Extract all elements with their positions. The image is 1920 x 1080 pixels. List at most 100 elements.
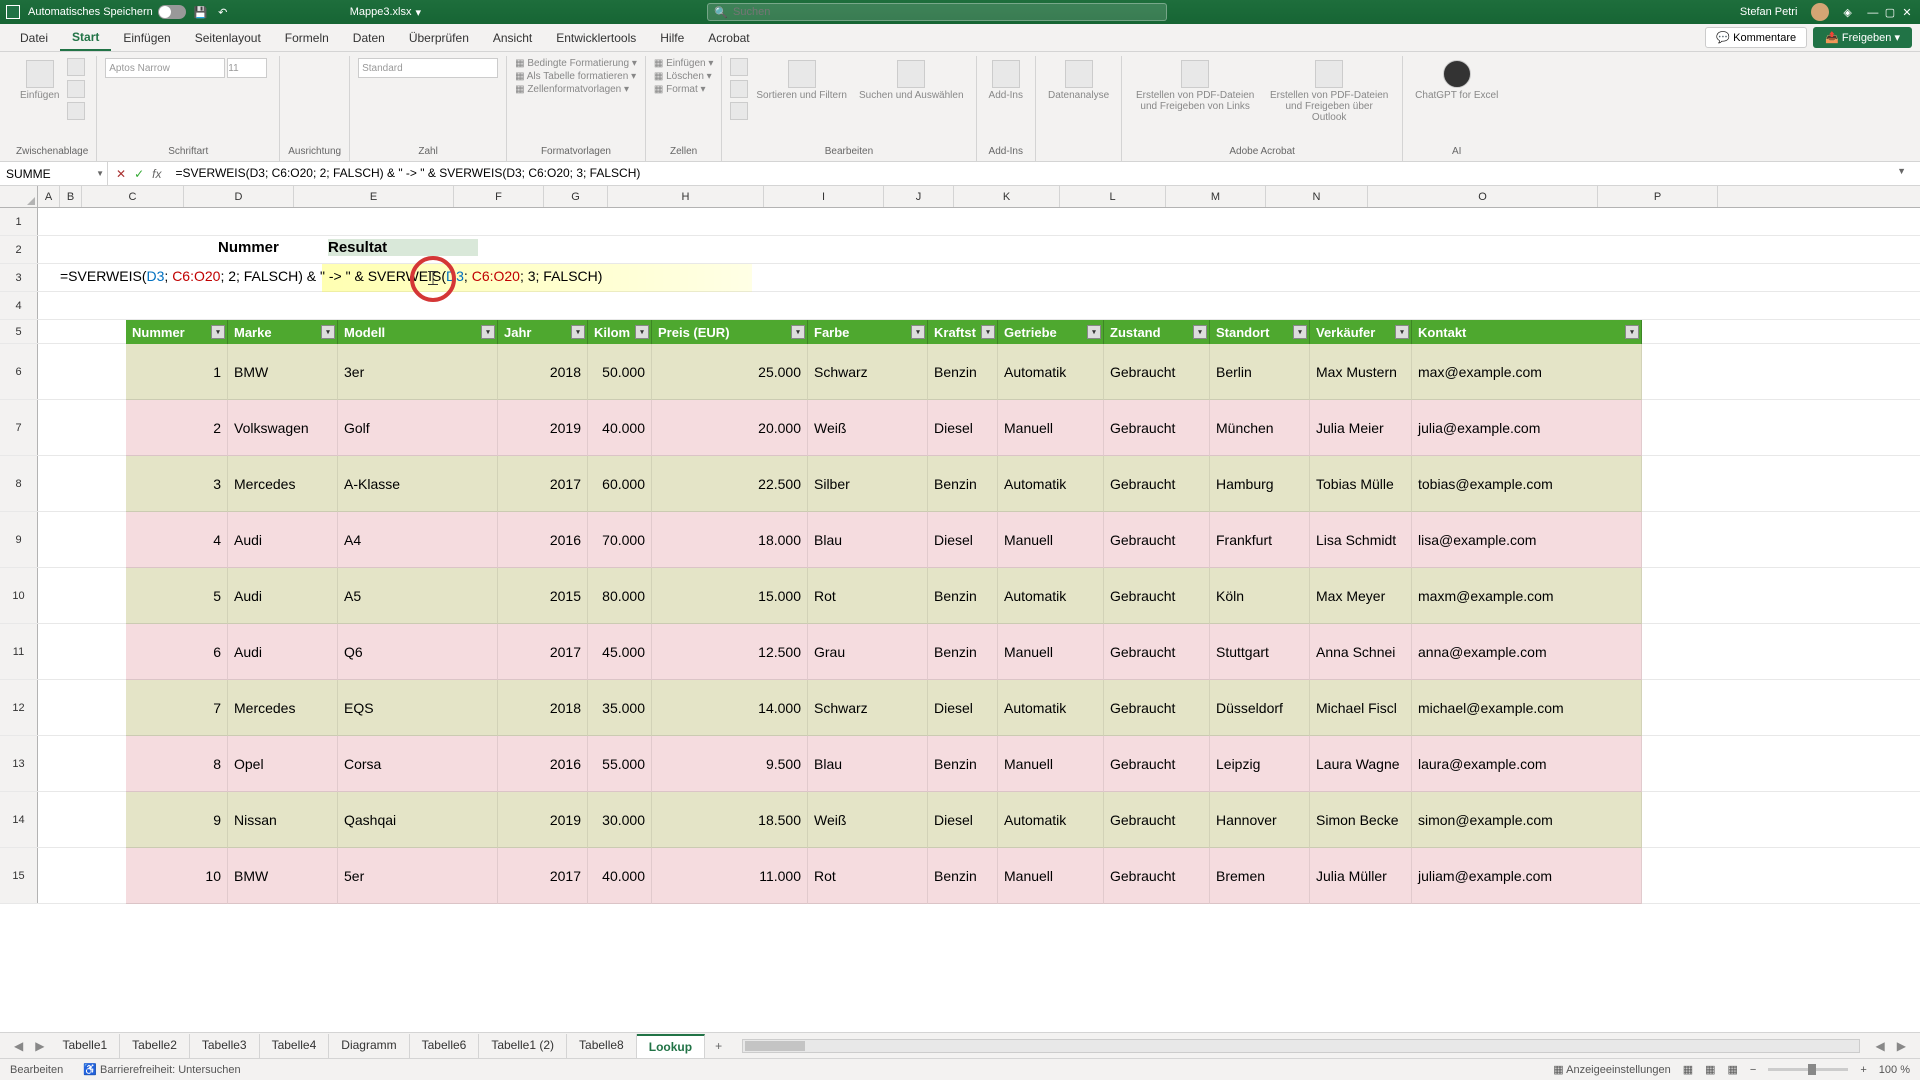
cell-verk[interactable]: Lisa Schmidt [1310, 512, 1412, 568]
ribbon-tab-einfügen[interactable]: Einfügen [111, 24, 182, 51]
cell-farbe[interactable]: Weiß [808, 792, 928, 848]
column-header-E[interactable]: E [294, 186, 454, 207]
display-settings-button[interactable]: ▦ Anzeigeeinstellungen [1553, 1063, 1670, 1076]
table-header-kilom[interactable]: Kilom▾ [588, 320, 652, 344]
copy-icon[interactable] [67, 80, 85, 98]
cell-marke[interactable]: Volkswagen [228, 400, 338, 456]
filter-icon[interactable]: ▾ [321, 325, 335, 339]
cell-getriebe[interactable]: Manuell [998, 736, 1104, 792]
conditional-formatting-button[interactable]: ▦ Bedingte Formatierung ▾ [515, 58, 637, 69]
cell-marke[interactable]: Nissan [228, 792, 338, 848]
cell-kraft[interactable]: Diesel [928, 792, 998, 848]
cell-zustand[interactable]: Gebraucht [1104, 568, 1210, 624]
table-row[interactable]: 2VolkswagenGolf201940.00020.000WeißDiese… [126, 400, 1642, 456]
table-row[interactable]: 1BMW3er201850.00025.000SchwarzBenzinAuto… [126, 344, 1642, 400]
delete-cells-button[interactable]: ▦ Löschen ▾ [654, 71, 712, 82]
cell-verk[interactable]: Michael Fiscl [1310, 680, 1412, 736]
sum-icon[interactable] [730, 58, 748, 76]
cell-preis[interactable]: 9.500 [652, 736, 808, 792]
sheet-tab-tabelle8[interactable]: Tabelle8 [567, 1034, 637, 1058]
cell-marke[interactable]: Mercedes [228, 680, 338, 736]
horizontal-scrollbar[interactable] [742, 1039, 1859, 1053]
column-header-N[interactable]: N [1266, 186, 1368, 207]
cell-kontakt[interactable]: julia@example.com [1412, 400, 1642, 456]
cell-num[interactable]: 1 [126, 344, 228, 400]
column-header-B[interactable]: B [60, 186, 82, 207]
cell-verk[interactable]: Julia Müller [1310, 848, 1412, 904]
cell-standort[interactable]: Bremen [1210, 848, 1310, 904]
data-analysis-button[interactable]: Datenanalyse [1044, 58, 1113, 103]
row-header[interactable]: 4 [0, 292, 38, 319]
cell-km[interactable]: 30.000 [588, 792, 652, 848]
formula-bar[interactable]: =SVERWEIS(D3; C6:O20; 2; FALSCH) & " -> … [169, 166, 1920, 181]
cell-zustand[interactable]: Gebraucht [1104, 512, 1210, 568]
expand-formula-icon[interactable]: ▼ [1897, 166, 1906, 176]
cell-preis[interactable]: 15.000 [652, 568, 808, 624]
table-row[interactable]: 9NissanQashqai201930.00018.500WeißDiesel… [126, 792, 1642, 848]
table-row[interactable]: 10BMW5er201740.00011.000RotBenzinManuell… [126, 848, 1642, 904]
sheet-tab-tabelle3[interactable]: Tabelle3 [190, 1034, 260, 1058]
row-header[interactable]: 7 [0, 400, 38, 455]
column-header-A[interactable]: A [38, 186, 60, 207]
cell-kraft[interactable]: Benzin [928, 456, 998, 512]
row-header[interactable]: 13 [0, 736, 38, 791]
sort-filter-button[interactable]: Sortieren und Filtern [752, 58, 851, 103]
cell-modell[interactable]: EQS [338, 680, 498, 736]
cell-farbe[interactable]: Schwarz [808, 680, 928, 736]
cell-kraft[interactable]: Benzin [928, 624, 998, 680]
cell-jahr[interactable]: 2018 [498, 680, 588, 736]
cell-zustand[interactable]: Gebraucht [1104, 848, 1210, 904]
cell-modell[interactable]: Corsa [338, 736, 498, 792]
column-header-J[interactable]: J [884, 186, 954, 207]
column-header-F[interactable]: F [454, 186, 544, 207]
cell-km[interactable]: 40.000 [588, 848, 652, 904]
cell-preis[interactable]: 20.000 [652, 400, 808, 456]
cell-verk[interactable]: Simon Becke [1310, 792, 1412, 848]
column-header-M[interactable]: M [1166, 186, 1266, 207]
cell-getriebe[interactable]: Manuell [998, 848, 1104, 904]
cell-formula-text[interactable]: =SVERWEIS(D3; C6:O20; 2; FALSCH) & " -> … [60, 264, 602, 289]
cell-standort[interactable]: Hannover [1210, 792, 1310, 848]
table-header-standort[interactable]: Standort▾ [1210, 320, 1310, 344]
paste-button[interactable]: Einfügen [16, 58, 63, 103]
table-header-marke[interactable]: Marke▾ [228, 320, 338, 344]
cell-kontakt[interactable]: lisa@example.com [1412, 512, 1642, 568]
cell-kontakt[interactable]: juliam@example.com [1412, 848, 1642, 904]
cell-kontakt[interactable]: tobias@example.com [1412, 456, 1642, 512]
sheet-nav-next[interactable]: ▶ [29, 1039, 50, 1053]
cell-zustand[interactable]: Gebraucht [1104, 456, 1210, 512]
table-header-preiseur[interactable]: Preis (EUR)▾ [652, 320, 808, 344]
cell-zustand[interactable]: Gebraucht [1104, 344, 1210, 400]
cell-num[interactable]: 10 [126, 848, 228, 904]
cell-modell[interactable]: A-Klasse [338, 456, 498, 512]
cell-kontakt[interactable]: max@example.com [1412, 344, 1642, 400]
cell-kraft[interactable]: Benzin [928, 568, 998, 624]
cell-getriebe[interactable]: Automatik [998, 568, 1104, 624]
cell-preis[interactable]: 11.000 [652, 848, 808, 904]
accept-formula-icon[interactable]: ✓ [134, 167, 144, 181]
cell-modell[interactable]: A5 [338, 568, 498, 624]
table-header-getriebe[interactable]: Getriebe▾ [998, 320, 1104, 344]
sheet-tab-tabelle4[interactable]: Tabelle4 [260, 1034, 330, 1058]
cell-standort[interactable]: Stuttgart [1210, 624, 1310, 680]
cell-zustand[interactable]: Gebraucht [1104, 736, 1210, 792]
filter-icon[interactable]: ▾ [1087, 325, 1101, 339]
cell-zustand[interactable]: Gebraucht [1104, 400, 1210, 456]
cell-km[interactable]: 70.000 [588, 512, 652, 568]
scroll-left-icon[interactable]: ◀ [1870, 1039, 1891, 1053]
sheet-tab-tabelle12[interactable]: Tabelle1 (2) [479, 1034, 567, 1058]
ribbon-tab-formeln[interactable]: Formeln [273, 24, 341, 51]
cell-km[interactable]: 60.000 [588, 456, 652, 512]
filter-icon[interactable]: ▾ [211, 325, 225, 339]
cell-num[interactable]: 7 [126, 680, 228, 736]
ribbon-tab-hilfe[interactable]: Hilfe [648, 24, 696, 51]
filter-icon[interactable]: ▾ [635, 325, 649, 339]
filter-icon[interactable]: ▾ [1395, 325, 1409, 339]
table-header-nummer[interactable]: Nummer▾ [126, 320, 228, 344]
cell-preis[interactable]: 18.000 [652, 512, 808, 568]
cell-kraft[interactable]: Benzin [928, 848, 998, 904]
format-as-table-button[interactable]: ▦ Als Tabelle formatieren ▾ [515, 71, 636, 82]
normal-view-icon[interactable]: ▦ [1683, 1063, 1693, 1076]
row-header[interactable]: 3 [0, 264, 38, 291]
chatgpt-button[interactable]: ChatGPT for Excel [1411, 58, 1502, 103]
